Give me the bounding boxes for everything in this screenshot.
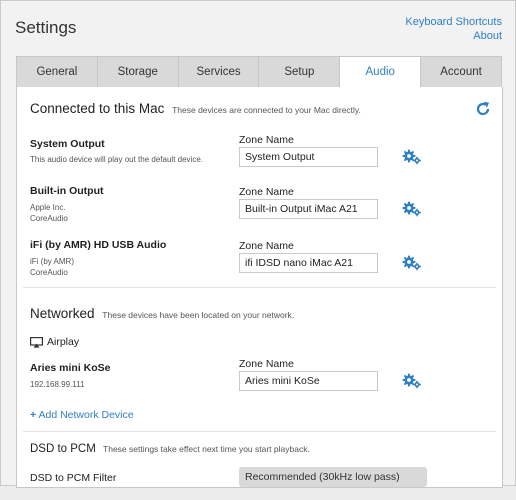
zone-name-label: Zone Name [239,186,294,198]
gear-icon[interactable] [402,373,422,389]
dsd-title: DSD to PCM [30,443,96,455]
dsd-desc: These settings take effect next time you… [103,444,310,454]
tab-audio[interactable]: Audio [339,56,421,89]
audio-panel: Connected to this Mac These devices are … [16,87,503,488]
device-desc-system-output: This audio device will play out the defa… [30,155,203,164]
add-network-device-link[interactable]: + Add Network Device [30,409,134,421]
gear-icon[interactable] [402,255,422,271]
gear-icon[interactable] [402,149,422,165]
zone-name-input-built-in-output[interactable]: Built-in Output iMac A21 [239,199,378,219]
networked-desc: These devices have been located on your … [102,310,295,320]
settings-window: Settings Keyboard Shortcuts About Genera… [0,0,516,488]
device-name-ifi-usb-audio: iFi (by AMR) HD USB Audio [30,239,167,251]
device-name-system-output: System Output [30,138,105,150]
top-links: Keyboard Shortcuts About [405,15,502,43]
airplay-icon [30,337,43,348]
refresh-icon[interactable] [475,101,491,117]
plus-icon: + [30,409,37,421]
zone-name-label: Zone Name [239,358,294,370]
device-vendor-built-in-output: Apple Inc. [30,203,66,212]
device-name-built-in-output: Built-in Output [30,185,104,197]
dsd-filter-label: DSD to PCM Filter [30,472,117,484]
tab-account[interactable]: Account [420,56,502,88]
section-divider [23,431,496,432]
tab-general[interactable]: General [16,56,97,88]
airplay-group-label: Airplay [47,336,80,348]
device-vendor-ifi-usb-audio: iFi (by AMR) [30,257,74,266]
zone-name-label: Zone Name [239,240,294,252]
add-network-device-label: Add Network Device [38,409,134,421]
about-link[interactable]: About [405,29,502,43]
zone-name-input-ifi-usb-audio[interactable]: ifi IDSD nano iMac A21 [239,253,378,273]
tab-bar: General Storage Services Setup Audio Acc… [16,56,502,89]
dsd-filter-select[interactable]: Recommended (30kHz low pass) [239,467,427,487]
page-title: Settings [15,18,77,37]
dsd-section-heading: DSD to PCM These settings take effect ne… [30,443,310,455]
device-name-aries-mini: Aries mini KoSe [30,362,111,374]
networked-section-heading: Networked These devices have been locate… [30,306,294,321]
connected-section-heading: Connected to this Mac These devices are … [30,101,361,116]
device-ip-aries-mini: 192.168.99.111 [30,380,85,389]
gear-icon[interactable] [402,201,422,217]
zone-name-input-system-output[interactable]: System Output [239,147,378,167]
tab-services[interactable]: Services [177,56,259,88]
zone-name-label: Zone Name [239,134,294,146]
connected-title: Connected to this Mac [30,101,165,116]
zone-name-input-aries-mini[interactable]: Aries mini KoSe [239,371,378,391]
device-driver-ifi-usb-audio: CoreAudio [30,268,68,277]
connected-desc: These devices are connected to your Mac … [172,105,361,115]
tab-setup[interactable]: Setup [258,56,340,88]
keyboard-shortcuts-link[interactable]: Keyboard Shortcuts [405,15,502,29]
device-driver-built-in-output: CoreAudio [30,214,68,223]
section-divider [23,287,496,288]
networked-title: Networked [30,306,95,321]
tab-storage[interactable]: Storage [96,56,178,88]
